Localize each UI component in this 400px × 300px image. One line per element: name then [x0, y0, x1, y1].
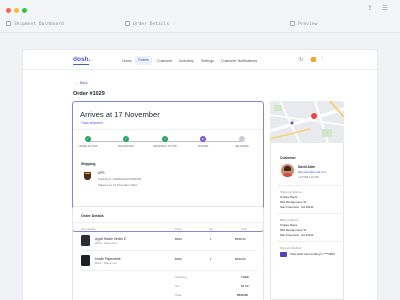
- divider: [277, 213, 341, 214]
- item-qty: 1: [210, 237, 212, 241]
- customer-card: Customer David Allen allendavid@email.co…: [270, 143, 344, 300]
- step-preparing: ✓ PREPARING TO SHIP: [152, 136, 178, 148]
- minimize-window-button[interactable]: [14, 8, 19, 13]
- nav-home[interactable]: Home: [119, 57, 135, 65]
- step-order-placed: ✓ ORDER PLACED: [78, 136, 98, 148]
- tracking-number[interactable]: Tracking #: 1Z999AA10123456784: [98, 177, 141, 181]
- refresh-icon[interactable]: ↻: [299, 57, 303, 63]
- browser-window: ⇪ ☰ Shipment Dashboard Order Details Pre…: [0, 0, 400, 300]
- step-processing: ✓ PROCESSING: [118, 136, 134, 148]
- item-name[interactable]: Apple Watch Series 5: [95, 237, 126, 241]
- item-total: $599.00: [235, 257, 246, 261]
- column-header: Total: [241, 227, 247, 231]
- avatar[interactable]: [281, 164, 294, 177]
- summary-label: Total: [175, 293, 182, 297]
- menu-icon[interactable]: ☰: [381, 5, 389, 13]
- delivery-map[interactable]: [270, 101, 344, 143]
- logo[interactable]: dosh.: [73, 56, 90, 65]
- ups-logo: [84, 172, 91, 180]
- summary-value: $3.99: [241, 284, 249, 288]
- nav-customer-notifications[interactable]: Customer Notifications: [218, 57, 260, 65]
- billing-address-heading: Billing Address: [280, 218, 299, 222]
- credit-card-icon: [280, 252, 287, 257]
- shipping-address-heading: Shipping Address: [280, 190, 302, 194]
- close-window-button[interactable]: [6, 8, 11, 13]
- more-icon[interactable]: ⋮: [320, 56, 325, 62]
- divider: [81, 250, 257, 251]
- column-header: Item details: [81, 227, 96, 231]
- maximize-window-button[interactable]: [22, 8, 27, 13]
- column-header: Qty: [209, 227, 214, 231]
- back-link[interactable]: ← Back: [75, 81, 88, 85]
- address-line: Smiles Davis: [280, 195, 298, 199]
- divider: [81, 270, 257, 271]
- address-line: 600 Montgomery St: [280, 200, 307, 204]
- page-icon: [6, 20, 11, 26]
- page-icon: [125, 20, 130, 26]
- arrival-title: Arrives at 17 November: [80, 110, 160, 119]
- step-shipped: ▸ SHIPPED: [197, 136, 209, 148]
- divider: [277, 241, 341, 242]
- item-total: $599.00: [235, 237, 246, 241]
- truck-icon: ▸: [200, 136, 206, 142]
- store-icon[interactable]: [311, 57, 316, 62]
- address-line: San Francisco, CA 94111: [280, 233, 314, 237]
- customer-phone: +34 599 112 445: [298, 175, 319, 179]
- customer-email[interactable]: allendavid@email.com: [298, 170, 326, 174]
- column-header: Price: [175, 227, 182, 231]
- payment-heading: Payment Method: [280, 246, 302, 250]
- nav-inventory[interactable]: Inventory: [176, 57, 197, 65]
- address-line: San Francisco, CA 94111: [280, 205, 314, 209]
- customer-heading: Customer: [280, 156, 296, 160]
- divider: [73, 222, 263, 223]
- nav-settings[interactable]: Settings: [198, 57, 217, 65]
- summary-label: Shipping: [175, 275, 187, 279]
- tab-preview[interactable]: Preview: [290, 20, 317, 30]
- carrier-name: UPS: [98, 171, 105, 175]
- item-meta: Black • Waterproof: [95, 262, 117, 265]
- tab-order-details[interactable]: Order Details: [125, 20, 169, 30]
- order-details-card: Order Details Item details Price Qty Tot…: [72, 206, 264, 300]
- share-icon[interactable]: ⇪: [366, 5, 374, 13]
- item-name[interactable]: Kindle Paperwhite: [95, 257, 121, 261]
- address-line: Smiles Davis: [280, 223, 298, 227]
- item-price: $599: [175, 257, 182, 261]
- pending-icon: [239, 136, 245, 142]
- nav-orders[interactable]: Orders: [135, 56, 152, 65]
- divider: [277, 185, 341, 186]
- track-shipment-link[interactable]: Track shipment: [81, 121, 103, 125]
- tab-shipment-dashboard[interactable]: Shipment Dashboard: [6, 20, 64, 30]
- item-price: $599: [175, 237, 182, 241]
- top-nav: dosh. Home Orders Customer Inventory Set…: [23, 50, 377, 70]
- title-bar: ⇪ ☰ Shipment Dashboard Order Details Pre…: [0, 0, 400, 33]
- check-icon: ✓: [162, 136, 168, 142]
- page-icon: [290, 20, 295, 26]
- shipped-date: Shipped on 15 November 2024: [98, 183, 137, 187]
- shipping-label: Shipping: [81, 162, 96, 166]
- item-qty: 1: [210, 257, 212, 261]
- page-title: Order #1029: [73, 91, 105, 97]
- address-line: 600 Montgomery St: [280, 228, 307, 232]
- check-icon: ✓: [123, 136, 129, 142]
- payment-method: Visa debit card ending in ****2824: [290, 252, 335, 256]
- summary-value: FREE: [241, 275, 250, 279]
- watch-image: [81, 235, 90, 246]
- map-graphic: [270, 101, 344, 143]
- divider: [73, 129, 263, 130]
- customer-name: David Allen: [298, 165, 316, 169]
- summary-label: Tax: [175, 284, 180, 288]
- step-delivered: DELIVERED: [224, 136, 260, 148]
- order-details-title: Order Details: [81, 214, 104, 218]
- summary-value: $725.00: [237, 293, 248, 297]
- check-icon: ✓: [85, 136, 91, 142]
- item-meta: White • Space Grey: [95, 242, 118, 245]
- app-page: dosh. Home Orders Customer Inventory Set…: [23, 50, 377, 300]
- nav-customer[interactable]: Customer: [154, 57, 176, 65]
- kindle-image: [81, 255, 90, 266]
